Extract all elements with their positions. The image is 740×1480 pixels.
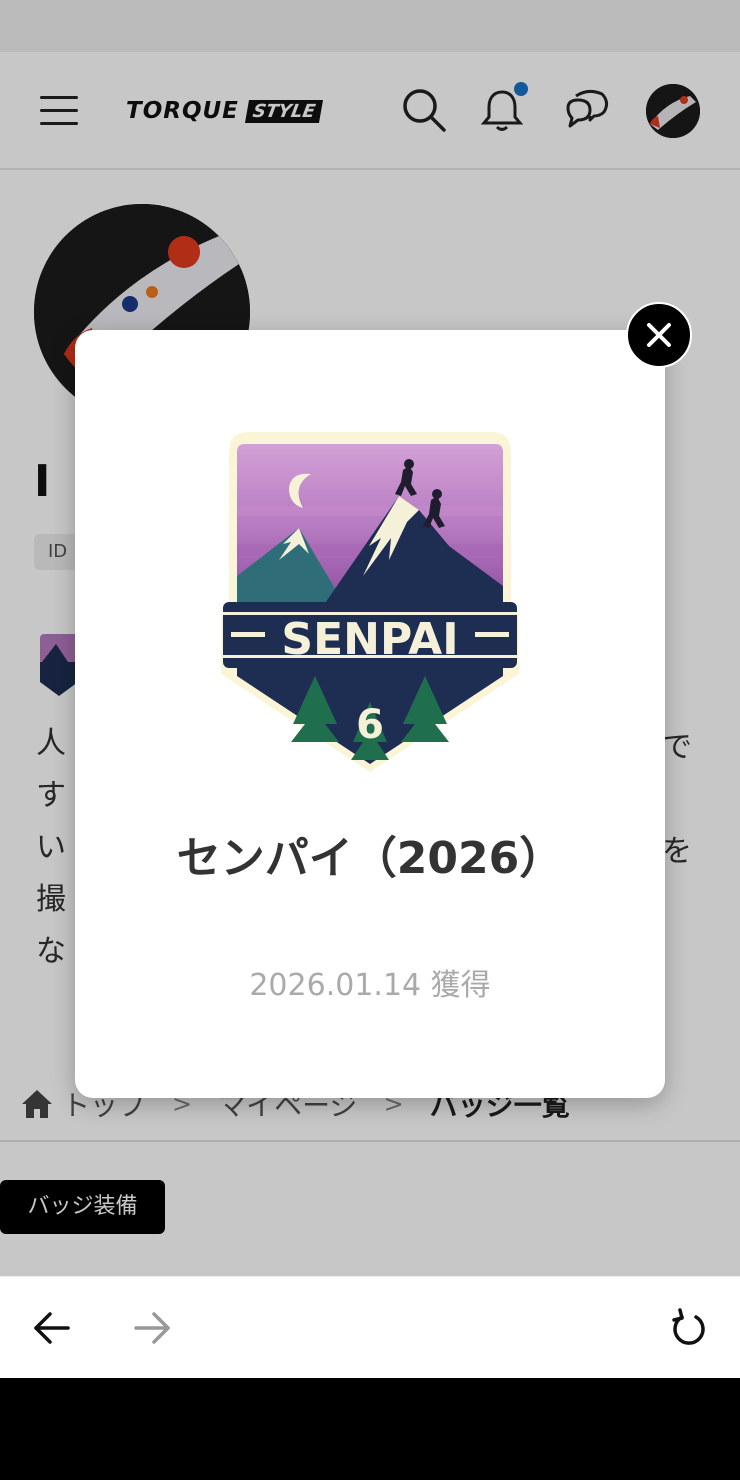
badge-acquired-date: 2026.01.14 獲得 (249, 968, 491, 1003)
browser-nav-bar (0, 1276, 740, 1378)
system-nav-area (0, 1378, 740, 1480)
close-icon (647, 323, 671, 347)
badge-text: SENPAI (281, 614, 458, 665)
badge-modal: SENPAI 6 センパイ（2026） 2026.01.14 獲得 (75, 330, 665, 1098)
badge-title: センパイ（2026） (176, 833, 564, 884)
reload-icon[interactable] (668, 1307, 710, 1349)
senpai-badge-icon: SENPAI 6 (221, 432, 519, 772)
close-button[interactable] (626, 302, 692, 368)
forward-arrow-icon[interactable] (132, 1307, 174, 1349)
badge-number: 6 (356, 702, 384, 748)
back-arrow-icon[interactable] (30, 1307, 72, 1349)
